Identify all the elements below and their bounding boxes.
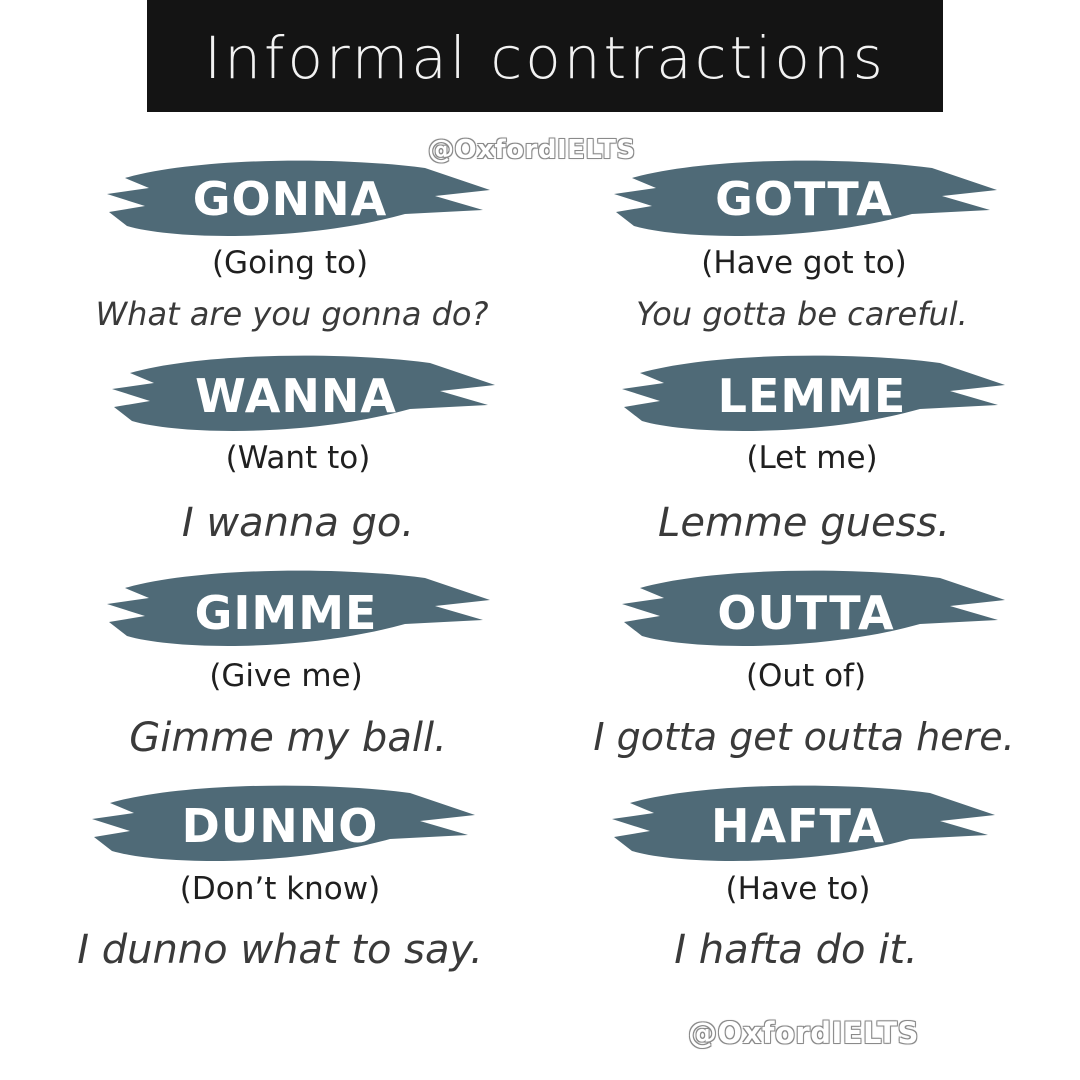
contraction-example: I hafta do it. <box>674 927 918 973</box>
contraction-card-lemme: LEMME (Let me) Lemme guess. <box>540 345 1080 555</box>
contraction-card-gimme: GIMME (Give me) Gimme my ball. <box>0 560 540 770</box>
contraction-card-outta: OUTTA (Out of) I gotta get outta here. <box>540 560 1080 770</box>
watermark-handle: @OxfordIELTS <box>688 1016 919 1050</box>
contraction-word: GOTTA <box>715 172 893 226</box>
watermark-handle: @OxfordIELTS <box>428 135 636 165</box>
contraction-example: I wanna go. <box>181 500 415 546</box>
contraction-meaning: (Want to) <box>225 440 371 476</box>
contraction-card-gotta: GOTTA (Have got to) You gotta be careful… <box>540 150 1080 360</box>
contraction-word: HAFTA <box>711 799 885 853</box>
contraction-example: Gimme my ball. <box>129 715 447 761</box>
contraction-word: WANNA <box>195 369 397 423</box>
contraction-meaning: (Have to) <box>725 871 871 907</box>
contraction-meaning: (Give me) <box>209 658 363 694</box>
contraction-example: I gotta get outta here. <box>593 715 1015 759</box>
contraction-card-gonna: GONNA (Going to) What are you gonna do? <box>0 150 540 360</box>
contraction-example: You gotta be careful. <box>636 295 968 333</box>
contraction-word: GIMME <box>194 586 378 640</box>
contraction-meaning: (Have got to) <box>701 245 907 281</box>
contraction-word: GONNA <box>192 172 388 226</box>
contraction-word: LEMME <box>717 369 907 423</box>
contraction-meaning: (Don’t know) <box>179 871 381 907</box>
contraction-word: OUTTA <box>717 586 895 640</box>
contraction-example: Lemme guess. <box>658 500 950 546</box>
page-title: Informal contractions <box>204 24 886 92</box>
contraction-card-wanna: WANNA (Want to) I wanna go. <box>0 345 540 555</box>
contraction-word: DUNNO <box>181 799 379 853</box>
contraction-meaning: (Let me) <box>746 440 878 476</box>
title-banner: Informal contractions <box>147 0 943 112</box>
contraction-card-hafta: HAFTA (Have to) I hafta do it. <box>540 775 1080 985</box>
contraction-card-dunno: DUNNO (Don’t know) I dunno what to say. <box>0 775 540 985</box>
contraction-example: I dunno what to say. <box>77 927 483 973</box>
contraction-example: What are you gonna do? <box>95 295 489 333</box>
contraction-meaning: (Going to) <box>211 245 369 281</box>
contraction-meaning: (Out of) <box>745 658 867 694</box>
